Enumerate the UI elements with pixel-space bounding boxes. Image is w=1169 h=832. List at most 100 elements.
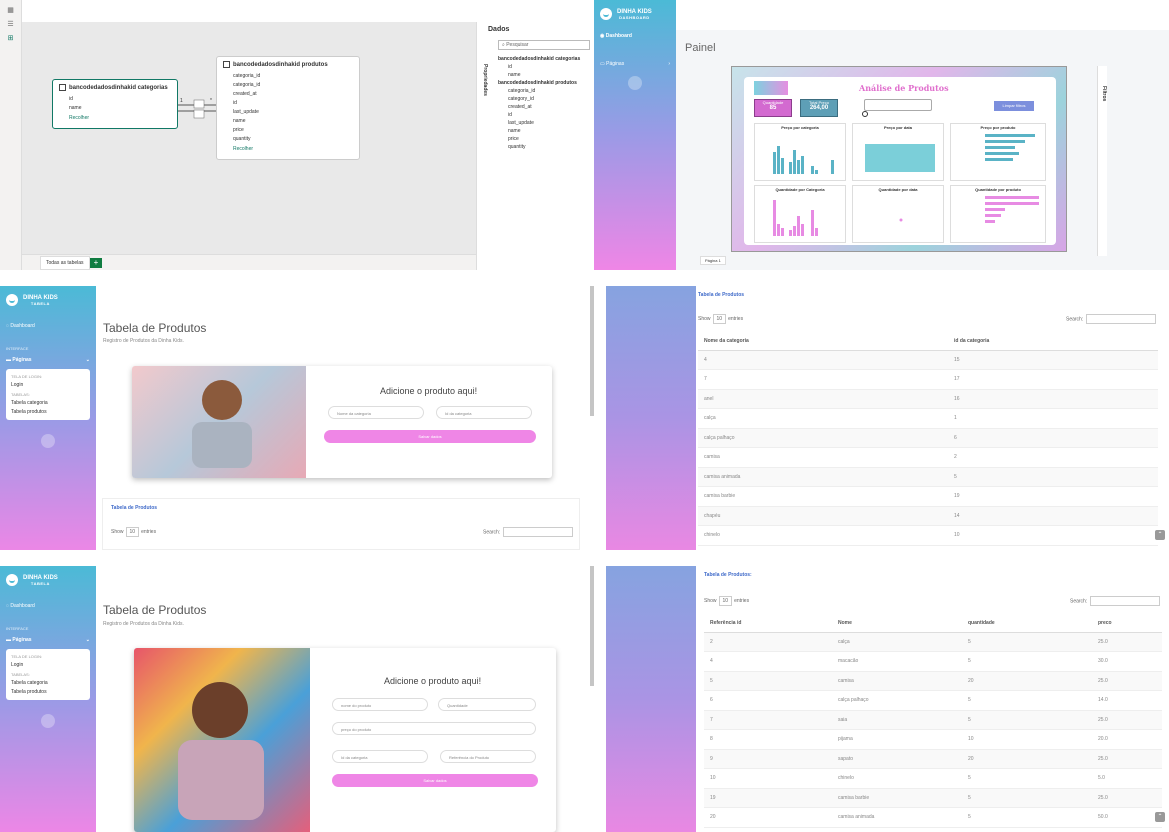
pane-field[interactable]: last_update <box>498 119 580 127</box>
table-row[interactable]: chinelo 10 <box>698 525 1158 546</box>
collapse-link[interactable]: Recolher <box>59 115 171 121</box>
pane-field[interactable]: id <box>498 111 580 119</box>
properties-pane-tab[interactable]: Propriedades <box>476 40 488 120</box>
field-last-update[interactable]: last_update <box>223 108 353 117</box>
brand[interactable]: DINHA KIDS TABELA <box>0 286 96 306</box>
page-tab[interactable]: Página 1 <box>700 256 726 265</box>
categorias-table-card[interactable]: bancodedadosdinhakid categorias id name … <box>52 79 178 129</box>
table-row[interactable]: 4 15 <box>698 350 1158 370</box>
category-name-input[interactable]: Nome da categoria <box>328 406 424 419</box>
table-row[interactable]: 7 17 <box>698 369 1158 390</box>
table-row[interactable]: 19 camisa barbie 5 25.0 <box>704 788 1162 808</box>
pane-field[interactable]: categoria_id <box>498 87 580 95</box>
table-view-icon[interactable]: ☰ <box>7 21 15 28</box>
col-header[interactable]: Referência id <box>704 614 832 633</box>
nav-pages[interactable]: ▬ Páginas ⌄ <box>0 353 96 367</box>
table-row[interactable]: camisa animada 5 <box>698 467 1158 487</box>
menu-login[interactable]: Login <box>11 381 85 390</box>
pane-search-input[interactable]: ⌕ Pesquisar <box>498 40 590 50</box>
nav-pages[interactable]: ▭ Páginas › <box>594 58 676 70</box>
add-tab-button[interactable]: + <box>90 258 102 268</box>
entries-selector[interactable]: Show 10 entries <box>704 596 749 606</box>
search-input[interactable] <box>1086 314 1157 324</box>
menu-tabela-produtos[interactable]: Tabela produtos <box>11 408 85 417</box>
chart-quantity-by-product[interactable]: Quantidade por produto <box>950 185 1046 243</box>
chart-quantity-by-date[interactable]: Quantidade por data <box>852 185 944 243</box>
chart-price-by-date[interactable]: Preço por data <box>852 123 944 181</box>
slicer-handle[interactable] <box>862 111 868 117</box>
chart-price-by-product[interactable]: Preço por produto <box>950 123 1046 181</box>
table-search[interactable]: Search: <box>1070 596 1161 606</box>
table-row[interactable]: 20 camisa animada 5 50.0 <box>704 807 1162 828</box>
table-row[interactable]: 8 pijama 10 20.0 <box>704 729 1162 750</box>
field-id[interactable]: id <box>59 95 171 104</box>
table-row[interactable]: 4 macacão 5 30.0 <box>704 651 1162 672</box>
table-row[interactable]: camisa barbie 19 <box>698 486 1158 507</box>
field-id[interactable]: id <box>223 99 353 108</box>
scroll-top-button[interactable]: ⌃ <box>1155 530 1165 540</box>
entries-selector[interactable]: Show 10 entries <box>698 314 743 324</box>
scrollbar[interactable] <box>590 286 594 416</box>
table-row[interactable]: calça palhaço 6 <box>698 428 1158 448</box>
pane-field[interactable]: created_at <box>498 103 580 111</box>
field-categoria-id[interactable]: categoria_id <box>223 72 353 81</box>
entries-select[interactable]: 10 <box>125 527 140 537</box>
table-row[interactable]: chapéu 14 <box>698 506 1158 526</box>
pane-field[interactable]: category_id <box>498 95 580 103</box>
table-row[interactable]: 9 sapato 20 25.0 <box>704 749 1162 769</box>
category-id-input[interactable]: Id da categoria <box>332 750 428 763</box>
save-button[interactable]: Salvar dados <box>324 430 536 443</box>
menu-tabela-categoria[interactable]: Tabela categoria <box>11 399 85 408</box>
field-created-at[interactable]: created_at <box>223 90 353 99</box>
product-name-input[interactable]: nome do produto <box>332 698 428 711</box>
col-header[interactable]: Nome da categoria <box>698 332 948 351</box>
search-input[interactable] <box>503 527 574 537</box>
table-row[interactable]: calça 1 <box>698 408 1158 429</box>
collapse-link[interactable]: Recolher <box>223 146 353 152</box>
produtos-table-card[interactable]: bancodedadosdinhakid produtos categoria_… <box>216 56 360 160</box>
search-input[interactable] <box>1090 596 1161 606</box>
table-row[interactable]: 10 chinelo 5 5.0 <box>704 768 1162 789</box>
table-row[interactable]: 6 calça palhaço 5 14.0 <box>704 690 1162 711</box>
table-search[interactable]: Search: <box>1066 314 1157 324</box>
col-header[interactable]: quantidade <box>962 614 1092 633</box>
sidebar-toggle-button[interactable] <box>41 434 55 448</box>
entries-selector[interactable]: Show 10 entries <box>111 527 156 537</box>
field-quantity[interactable]: quantity <box>223 135 353 144</box>
save-button[interactable]: Salvar dados <box>332 774 538 787</box>
scroll-top-button[interactable]: ⌃ <box>1155 812 1165 822</box>
entries-select[interactable]: 10 <box>712 314 727 324</box>
model-view-icon[interactable]: ⊞ <box>7 35 15 42</box>
pane-field[interactable]: name <box>498 127 580 135</box>
field-price[interactable]: price <box>223 126 353 135</box>
product-ref-input[interactable]: Referência do Produto <box>440 750 536 763</box>
col-header[interactable]: preco <box>1092 614 1162 633</box>
nav-dashboard[interactable]: ◌ Dashboard <box>0 600 96 612</box>
pane-group-produtos[interactable]: bancodedadosdinhakid produtos <box>498 79 580 87</box>
pane-field[interactable]: price <box>498 135 580 143</box>
date-slicer[interactable] <box>864 99 932 111</box>
chart-quantity-by-category[interactable]: Quantidade por Categoria <box>754 185 846 243</box>
price-input[interactable]: preço do produto <box>332 722 536 735</box>
table-row[interactable]: 2 calça 5 25.0 <box>704 632 1162 652</box>
table-row[interactable]: anel 16 <box>698 389 1158 409</box>
menu-tabela-produtos[interactable]: Tabela produtos <box>11 688 85 697</box>
col-header[interactable]: id da categoria <box>948 332 1158 351</box>
field-name[interactable]: name <box>59 104 171 113</box>
pane-field[interactable]: quantity <box>498 143 580 151</box>
report-view-icon[interactable]: ▦ <box>7 7 15 14</box>
nav-dashboard[interactable]: ◌ Dashboard <box>0 320 96 332</box>
menu-login[interactable]: Login <box>11 661 85 670</box>
brand[interactable]: DINHA KIDS DASHBOARD <box>594 0 676 20</box>
pane-field[interactable]: name <box>498 71 580 79</box>
sidebar-toggle-button[interactable] <box>41 714 55 728</box>
pane-group-categorias[interactable]: bancodedadosdinhakid categorias <box>498 55 580 63</box>
table-search[interactable]: Search: <box>483 527 574 537</box>
scrollbar[interactable] <box>590 566 594 686</box>
table-row[interactable]: camisa 2 <box>698 447 1158 468</box>
brand[interactable]: DINHA KIDS TABELA <box>0 566 96 586</box>
col-header[interactable]: Nome <box>832 614 962 633</box>
field-name[interactable]: name <box>223 117 353 126</box>
category-id-input[interactable]: Id da categoria <box>436 406 532 419</box>
entries-select[interactable]: 10 <box>718 596 733 606</box>
